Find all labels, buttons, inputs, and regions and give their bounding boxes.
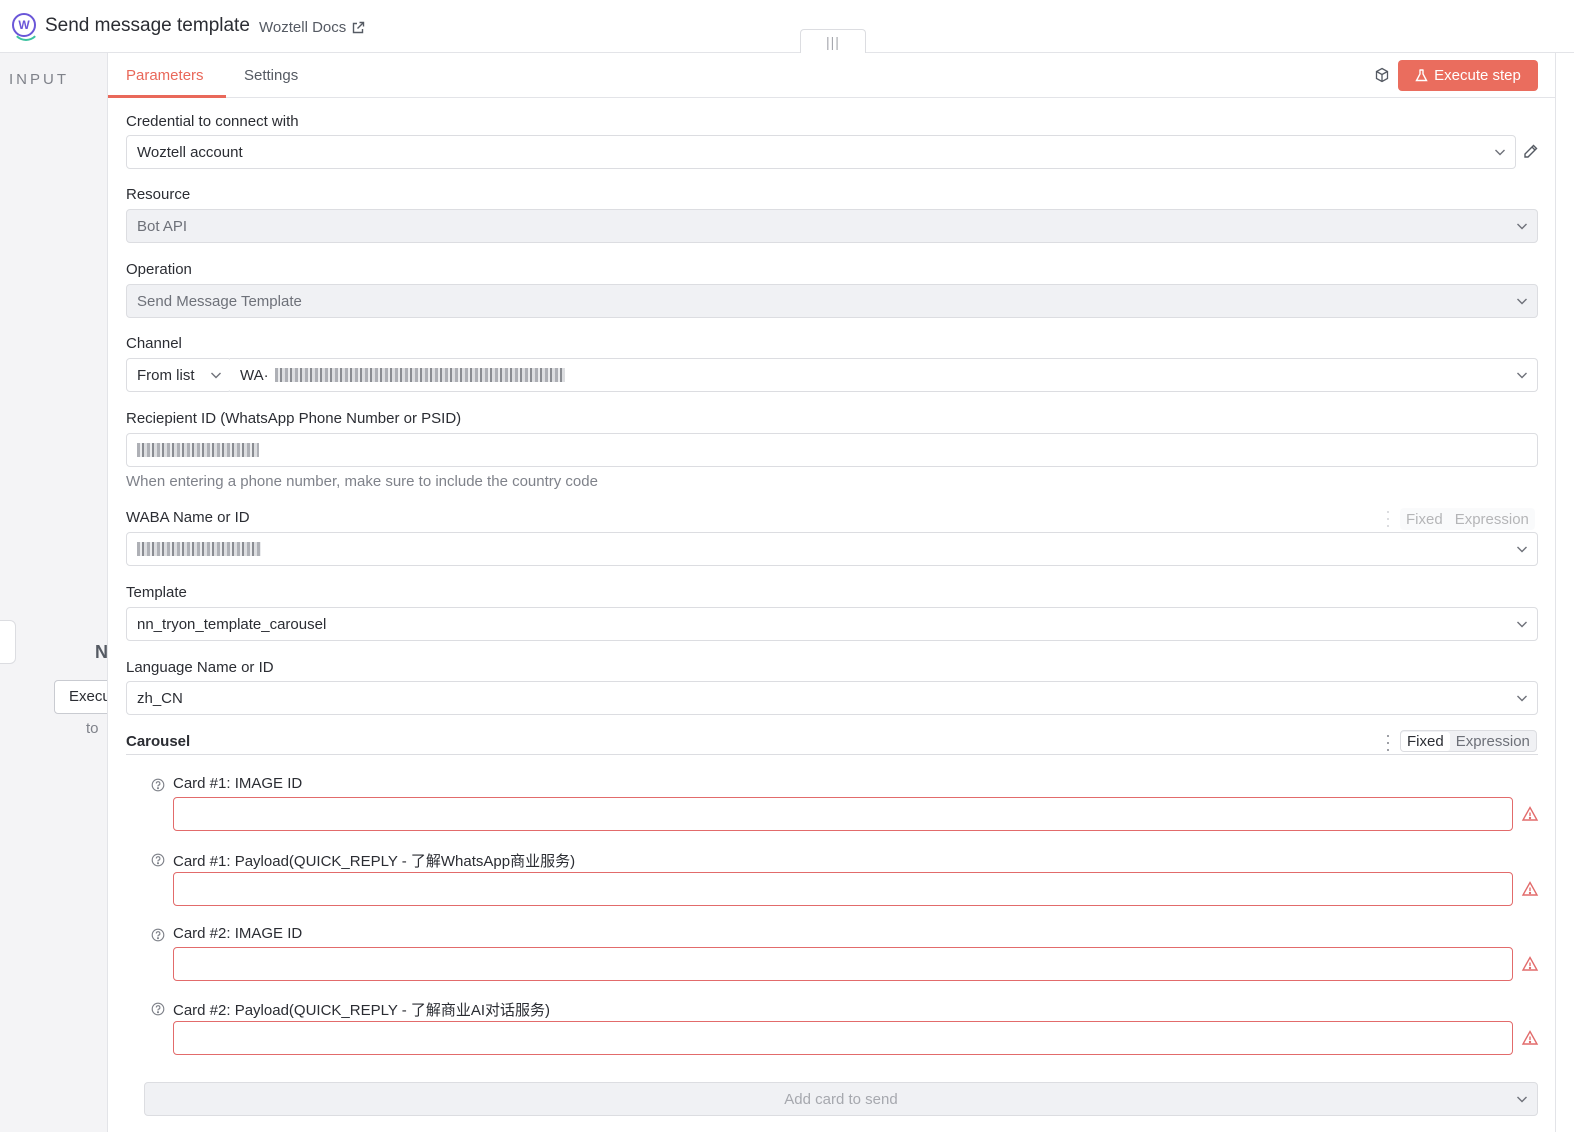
chevron-down-icon [1517, 1096, 1527, 1103]
help-icon[interactable] [151, 1002, 165, 1016]
template-select[interactable]: nn_tryon_template_carousel [126, 607, 1538, 641]
channel-value: WA· [240, 366, 269, 384]
collapse-panel-tab[interactable] [0, 620, 16, 664]
warning-icon [1521, 1030, 1539, 1045]
carousel-expression-option[interactable]: Expression [1450, 732, 1536, 751]
recipient-hint: When entering a phone number, make sure … [126, 473, 598, 490]
channel-mode-select[interactable]: From list [126, 358, 232, 392]
input-panel-heading: N [95, 642, 108, 662]
cube-icon[interactable] [1374, 67, 1390, 83]
carousel-fixed-option[interactable]: Fixed [1401, 731, 1450, 751]
operation-value: Send Message Template [137, 292, 302, 310]
waba-fixed-option[interactable]: Fixed [1400, 510, 1449, 529]
card-2-payload-label: Card #2: Payload(QUICK_REPLY - 了解商业AI对话服… [173, 1002, 551, 1019]
help-icon[interactable] [151, 778, 165, 792]
card-1-payload-input[interactable] [173, 872, 1513, 906]
carousel-label: Carousel [126, 733, 191, 750]
channel-mode-value: From list [137, 366, 195, 384]
operation-select[interactable]: Send Message Template [126, 284, 1538, 318]
flask-icon [1415, 69, 1428, 82]
input-panel-label: INPUT [9, 71, 69, 88]
execute-step-label: Execute step [1434, 67, 1521, 84]
card-1-image-label: Card #1: IMAGE ID [173, 775, 303, 792]
tab-settings[interactable]: Settings [244, 67, 298, 84]
resource-value: Bot API [137, 217, 188, 235]
options-dots-icon[interactable] [1385, 735, 1391, 751]
waba-expression-option[interactable]: Expression [1449, 510, 1535, 529]
node-title[interactable]: Send message template [45, 15, 250, 37]
credential-label: Credential to connect with [126, 113, 299, 130]
credential-value: Woztell account [137, 143, 243, 161]
language-select[interactable]: zh_CN [126, 681, 1538, 715]
card-1-payload-label: Card #1: Payload(QUICK_REPLY - 了解WhatsAp… [173, 853, 576, 870]
chevron-down-icon [1495, 149, 1505, 156]
right-panel-edge [1556, 53, 1574, 1132]
edit-pencil-icon[interactable] [1522, 143, 1539, 160]
add-card-select[interactable]: Add card to send [144, 1082, 1538, 1116]
carousel-divider [126, 754, 1538, 755]
resource-select[interactable]: Bot API [126, 209, 1538, 243]
waba-select[interactable] [126, 532, 1538, 566]
chevron-down-icon [1517, 546, 1527, 553]
warning-icon [1521, 881, 1539, 896]
recipient-label: Reciepient ID (WhatsApp Phone Number or … [126, 410, 462, 427]
waba-mode-toggle[interactable]: Fixed Expression [1400, 508, 1535, 530]
redacted-channel-value [274, 368, 565, 382]
node-header: W Send message template Woztell Docs ||| [0, 0, 1574, 54]
woztell-logo-icon: W [12, 13, 40, 41]
docs-link[interactable]: Woztell Docs [259, 19, 365, 36]
redacted-recipient-value [137, 443, 259, 457]
execute-step-button[interactable]: Execute step [1398, 60, 1538, 91]
chevron-down-icon [211, 372, 221, 379]
chevron-down-icon [1517, 621, 1527, 628]
redacted-waba-value [137, 542, 261, 556]
chevron-down-icon [1517, 695, 1527, 702]
waba-label: WABA Name or ID [126, 509, 250, 526]
operation-label: Operation [126, 261, 192, 278]
recipient-input[interactable] [126, 433, 1538, 467]
template-value: nn_tryon_template_carousel [137, 615, 327, 633]
input-panel-hint: to [86, 720, 99, 737]
chevron-down-icon [1517, 298, 1527, 305]
execute-previous-button[interactable]: Execu [54, 680, 107, 714]
language-value: zh_CN [137, 689, 183, 707]
credential-select[interactable]: Woztell account [126, 135, 1516, 169]
tab-parameters[interactable]: Parameters [126, 67, 204, 84]
chevron-down-icon [1517, 223, 1527, 230]
help-icon[interactable] [151, 853, 165, 867]
parameters-panel: Parameters Settings Execute step Credent… [108, 53, 1556, 1132]
resource-label: Resource [126, 186, 191, 203]
options-dots-icon[interactable] [1385, 511, 1391, 527]
add-card-placeholder: Add card to send [784, 1090, 898, 1108]
chevron-down-icon [1517, 372, 1527, 379]
help-icon[interactable] [151, 928, 165, 942]
carousel-mode-toggle[interactable]: Fixed Expression [1400, 730, 1537, 752]
language-label: Language Name or ID [126, 659, 274, 676]
card-2-payload-input[interactable] [173, 1021, 1513, 1055]
channel-select[interactable]: WA· [230, 358, 1538, 392]
parameters-form: Credential to connect with Woztell accou… [108, 98, 1556, 1132]
card-2-image-label: Card #2: IMAGE ID [173, 925, 303, 942]
warning-icon [1521, 956, 1539, 971]
tab-bar: Parameters Settings Execute step [108, 53, 1556, 98]
card-1-image-input[interactable] [173, 797, 1513, 831]
template-label: Template [126, 584, 187, 601]
input-panel: INPUT N Execu to [0, 53, 108, 1132]
panel-drag-handle[interactable]: ||| [800, 29, 866, 54]
docs-link-label: Woztell Docs [259, 19, 347, 36]
external-link-icon [353, 21, 365, 33]
channel-label: Channel [126, 335, 182, 352]
warning-icon [1521, 806, 1539, 821]
card-2-image-input[interactable] [173, 947, 1513, 981]
